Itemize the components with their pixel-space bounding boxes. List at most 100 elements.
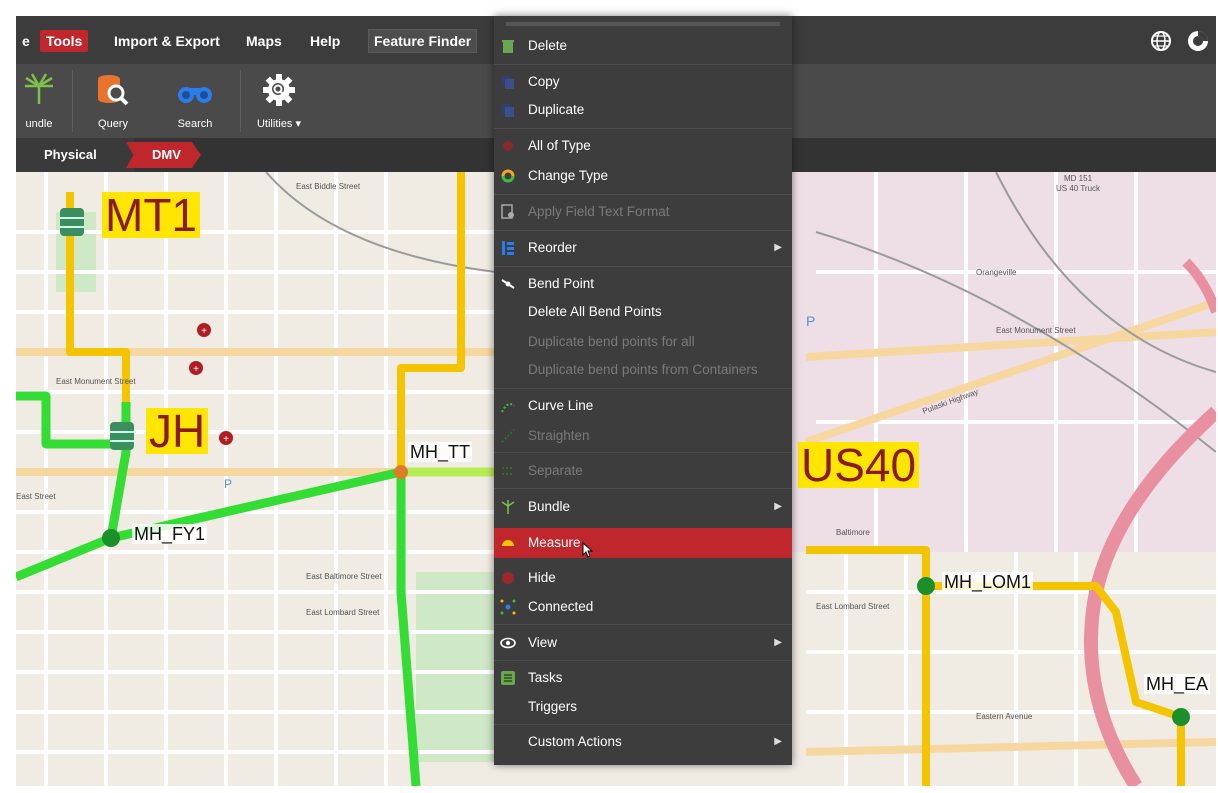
- menu-item-label: Custom Actions: [528, 734, 622, 749]
- menu-item-label: Delete All Bend Points: [528, 304, 662, 319]
- search-label: Search: [177, 118, 213, 130]
- menu-item-label: Hide: [528, 570, 556, 585]
- menu-item-tools[interactable]: Tools: [40, 30, 89, 52]
- menu-item-label: Duplicate bend points for all: [528, 334, 695, 349]
- node-mh-fy1[interactable]: [102, 529, 120, 547]
- menu-divider: [494, 724, 792, 725]
- eye-icon: [500, 637, 516, 649]
- menu-item-duplicate[interactable]: Duplicate: [494, 96, 792, 124]
- menu-item-label: Bend Point: [528, 276, 595, 291]
- menu-item-custom-actions[interactable]: Custom Actions ▶: [494, 728, 792, 756]
- format-icon: [501, 204, 514, 219]
- menu-item-copy[interactable]: Copy: [494, 68, 792, 96]
- street-label: MD 151: [1064, 174, 1093, 183]
- menu-item-delete-all-bend-points[interactable]: Delete All Bend Points: [494, 298, 792, 326]
- search-button[interactable]: Search: [166, 64, 224, 138]
- menu-item-label: All of Type: [528, 138, 591, 153]
- menu-item-bundle[interactable]: Bundle ▶: [494, 493, 792, 521]
- query-icon: [98, 75, 129, 106]
- node-mh-ea[interactable]: [1172, 708, 1190, 726]
- map-area: [786, 172, 1216, 552]
- svg-text:+: +: [201, 326, 207, 337]
- bundle-ribbon-button[interactable]: undle: [16, 64, 68, 138]
- menu-item-tasks[interactable]: Tasks: [494, 664, 792, 692]
- node-mh-lom1[interactable]: [917, 577, 935, 595]
- bundle-icon: [501, 500, 515, 514]
- menu-item-label: Measure: [528, 535, 581, 550]
- menu-item-reorder[interactable]: Reorder ▶: [494, 234, 792, 262]
- context-menu-handle: [506, 22, 780, 26]
- street-label: East Monument Street: [996, 326, 1076, 335]
- street-label: East Biddle Street: [296, 182, 361, 191]
- query-button[interactable]: Query: [86, 64, 140, 138]
- menu-item-label: Triggers: [528, 699, 578, 714]
- menu-item-connected[interactable]: Connected: [494, 593, 792, 621]
- menu-divider: [494, 488, 792, 489]
- hospital-icon: +: [189, 361, 203, 375]
- menu-item-label: View: [528, 635, 558, 650]
- globe-icon[interactable]: [1150, 30, 1172, 52]
- menu-item-label: Delete: [528, 38, 568, 53]
- straighten-icon: [501, 429, 515, 443]
- menu-item-separate: Separate: [494, 457, 792, 485]
- menu-item-import-export[interactable]: Import & Export: [108, 30, 226, 52]
- submenu-arrow-icon: ▶: [774, 242, 782, 253]
- menu-item-curve-line[interactable]: Curve Line: [494, 392, 792, 420]
- street-label: East Lombard Street: [816, 602, 890, 611]
- measure-icon: [502, 540, 514, 546]
- mouse-cursor-icon: [582, 542, 594, 558]
- site-label-mt1: MT1: [102, 192, 200, 238]
- copy-icon: [502, 76, 514, 89]
- menu-item-label: Change Type: [528, 168, 609, 183]
- menu-item-all-of-type[interactable]: All of Type: [494, 132, 792, 160]
- menu-item-bend-point[interactable]: Bend Point: [494, 270, 792, 298]
- feature-finder-button[interactable]: Feature Finder: [368, 29, 478, 53]
- menu-item-change-type[interactable]: Change Type: [494, 162, 792, 190]
- street-label: East Lombard Street: [306, 608, 380, 617]
- menu-item-label: Copy: [528, 74, 560, 89]
- all-of-type-icon: [503, 141, 513, 151]
- context-menu: Delete Copy Duplicate All of Type Change…: [494, 16, 792, 765]
- profile-icon[interactable]: [1186, 29, 1210, 53]
- menu-item-label: Duplicate: [528, 102, 585, 117]
- menu-divider: [494, 230, 792, 231]
- menu-item-view[interactable]: View ▶: [494, 629, 792, 657]
- menu-divider: [494, 64, 792, 65]
- menu-item-triggers[interactable]: Triggers: [494, 693, 792, 721]
- submenu-arrow-icon: ▶: [774, 637, 782, 648]
- ribbon-divider: [240, 70, 241, 132]
- hospital-icon: +: [219, 431, 233, 445]
- street-label: Baltimore: [836, 528, 870, 537]
- street-label: East Monument Street: [56, 377, 136, 386]
- node-mh-tt[interactable]: [394, 465, 408, 479]
- utilities-button[interactable]: Utilities ▾: [248, 64, 310, 138]
- menu-item-delete[interactable]: Delete: [494, 32, 792, 60]
- menu-item-straighten: Straighten: [494, 422, 792, 450]
- menu-item-measure[interactable]: Measure: [494, 528, 792, 558]
- site-label-us40: US40: [798, 442, 920, 488]
- menu-item-hide[interactable]: Hide: [494, 564, 792, 592]
- submenu-arrow-icon: ▶: [774, 736, 782, 747]
- node-label-mh-ea: MH_EA: [1144, 674, 1211, 694]
- reorder-icon: [502, 241, 514, 255]
- menu-item-duplicate-bend-points-for-all: Duplicate bend points for all: [494, 328, 792, 356]
- street-label: East Street: [16, 492, 56, 501]
- menu-divider: [494, 128, 792, 129]
- bend-point-icon: [501, 279, 515, 289]
- street-label: Orangeville: [976, 268, 1017, 277]
- menu-divider: [494, 388, 792, 389]
- park-area: [416, 572, 496, 762]
- menu-item-home[interactable]: e: [16, 30, 36, 52]
- breadcrumb-dmv[interactable]: DMV: [126, 142, 201, 168]
- site-icon[interactable]: [110, 422, 134, 450]
- site-icon[interactable]: [60, 208, 84, 236]
- menu-divider: [494, 624, 792, 625]
- menu-item-maps[interactable]: Maps: [240, 30, 288, 52]
- street-label: US 40 Truck: [1056, 184, 1101, 193]
- separate-icon: [502, 467, 514, 475]
- query-label: Query: [98, 118, 128, 130]
- menu-item-help[interactable]: Help: [304, 30, 346, 52]
- parking-icon: P: [806, 313, 815, 329]
- menu-item-label: Duplicate bend points from Containers: [528, 362, 758, 377]
- menu-divider: [494, 194, 792, 195]
